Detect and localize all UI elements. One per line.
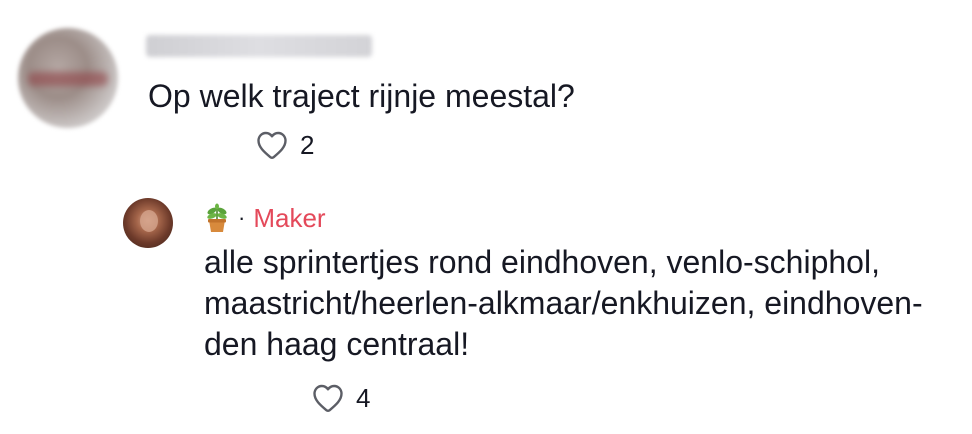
reply-header: · Maker xyxy=(204,199,326,237)
reply-text: alle sprintertjes rond eindhoven, venlo-… xyxy=(204,242,964,365)
like-count: 4 xyxy=(356,383,371,413)
avatar-blur-detail xyxy=(28,72,108,86)
author-badge: Maker xyxy=(253,203,326,233)
avatar-detail xyxy=(140,210,158,232)
like-button[interactable]: 4 xyxy=(310,380,370,416)
avatar[interactable] xyxy=(123,198,173,248)
like-button[interactable]: 2 xyxy=(254,127,314,163)
reply-text-line: maastricht/heerlen-alkmaar/enkhuizen, ei… xyxy=(204,285,923,321)
separator: · xyxy=(238,205,246,230)
reply-text-line: den haag centraal! xyxy=(204,326,470,362)
like-count: 2 xyxy=(300,130,315,160)
comment-text: Op welk traject rijnje meestal? xyxy=(148,78,575,114)
heart-outline-icon xyxy=(257,131,287,159)
avatar[interactable] xyxy=(18,28,118,128)
heart-outline-icon xyxy=(313,384,343,412)
potted-plant-icon xyxy=(207,203,227,232)
reply-text-line: alle sprintertjes rond eindhoven, venlo-… xyxy=(204,244,880,280)
username-blurred[interactable] xyxy=(146,35,372,57)
